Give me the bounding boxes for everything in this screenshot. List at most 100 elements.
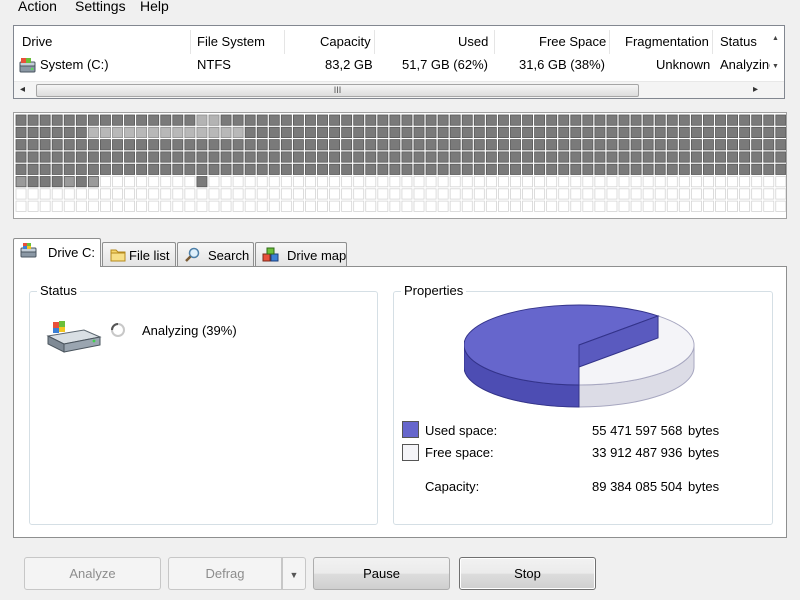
cluster-cell: [196, 200, 208, 212]
cluster-cell: [51, 176, 63, 188]
cluster-cell: [642, 114, 654, 126]
cluster-cell: [739, 126, 751, 139]
cluster-cell: [715, 139, 726, 151]
cluster-cell: [413, 151, 425, 163]
analyze-button[interactable]: Analyze: [24, 557, 161, 590]
col-drive[interactable]: Drive: [22, 34, 52, 52]
cluster-cell: [413, 114, 425, 126]
cluster-cell: [389, 114, 401, 126]
cluster-cell: [618, 176, 630, 188]
stop-button[interactable]: Stop: [459, 557, 596, 590]
horizontal-scrollbar[interactable]: ◂ III ▸: [14, 81, 784, 98]
cluster-cell: [244, 139, 256, 151]
cluster-cell: [522, 126, 533, 139]
cluster-cell: [389, 188, 401, 200]
cluster-cell: [558, 126, 570, 139]
tab-drive-map[interactable]: Drive map: [255, 242, 347, 267]
tab-drive-c[interactable]: Drive C:: [13, 238, 101, 267]
scroll-grip-icon: III: [333, 85, 342, 95]
spinner-icon: [111, 323, 125, 337]
cluster-cell: [606, 200, 618, 212]
cluster-cell: [690, 188, 702, 200]
cluster-cell: [522, 188, 533, 200]
cluster-cell: [763, 200, 775, 212]
cluster-cell: [27, 151, 39, 163]
cluster-cell: [341, 139, 353, 151]
cluster-cell: [606, 139, 618, 151]
pause-button[interactable]: Pause: [313, 557, 450, 590]
cluster-cell: [208, 188, 220, 200]
scroll-right-arrow-icon[interactable]: ▸: [753, 84, 758, 95]
defrag-dropdown-button[interactable]: ▼: [282, 557, 306, 590]
cluster-cell: [473, 163, 485, 175]
cluster-cell: [413, 200, 425, 212]
cluster-cell: [666, 188, 678, 200]
cluster-cell: [715, 163, 726, 175]
cluster-cell: [763, 126, 775, 139]
cluster-cell: [124, 151, 136, 163]
cluster-cell: [678, 139, 690, 151]
defrag-button[interactable]: Defrag: [168, 557, 282, 590]
cluster-cell: [534, 200, 546, 212]
col-capacity[interactable]: Capacity: [320, 34, 371, 52]
cluster-cell: [594, 200, 606, 212]
cluster-cell: [606, 126, 618, 139]
cluster-cell: [280, 151, 292, 163]
col-used[interactable]: Used: [458, 34, 488, 52]
cluster-cell: [136, 188, 148, 200]
cluster-cell: [353, 114, 365, 126]
menu-settings[interactable]: Settings: [75, 0, 126, 14]
cluster-cell: [461, 176, 473, 188]
cluster-cell: [329, 151, 341, 163]
cluster-cell: [510, 126, 521, 139]
drive-list[interactable]: Drive File System Capacity Used Free Spa…: [13, 25, 785, 99]
scroll-thumb[interactable]: III: [36, 84, 639, 97]
col-free-space[interactable]: Free Space: [539, 34, 606, 52]
cluster-cell: [39, 163, 51, 175]
menu-bar: Action Settings Help: [0, 0, 800, 18]
cluster-cell: [75, 139, 87, 151]
cluster-cell: [317, 114, 328, 126]
cluster-cell: [425, 176, 437, 188]
cluster-cell: [449, 200, 461, 212]
hard-drive-icon: [46, 321, 102, 353]
cluster-cell: [196, 176, 208, 188]
cluster-cell: [546, 188, 558, 200]
cluster-cell: [341, 126, 353, 139]
menu-help[interactable]: Help: [140, 0, 169, 14]
tab-file-list[interactable]: File list: [102, 242, 176, 267]
cluster-cell: [87, 163, 99, 175]
cluster-cell: [329, 126, 341, 139]
scroll-up-arrow-icon[interactable]: ▲: [772, 35, 782, 45]
free-space-value: 33 912 487 936: [592, 445, 683, 460]
cluster-cell: [654, 188, 666, 200]
cluster-cell: [461, 163, 473, 175]
cluster-cell: [317, 151, 328, 163]
drive-icon: [20, 243, 37, 258]
scroll-left-arrow-icon[interactable]: ◂: [20, 84, 25, 95]
cluster-cell: [172, 200, 184, 212]
cluster-cell: [256, 163, 268, 175]
cluster-cell: [172, 151, 184, 163]
table-row[interactable]: System (C:) NTFS 83,2 GB 51,7 GB (62%) 3…: [14, 55, 784, 75]
cluster-cell: [690, 126, 702, 139]
col-file-system[interactable]: File System: [197, 34, 265, 52]
col-status[interactable]: Status: [720, 34, 757, 52]
cluster-cell: [775, 163, 786, 175]
cluster-cell: [437, 163, 449, 175]
cluster-cell: [377, 176, 389, 188]
cluster-cell: [703, 176, 714, 188]
cluster-cell: [305, 188, 316, 200]
cluster-cell: [473, 139, 485, 151]
menu-action[interactable]: Action: [18, 0, 57, 14]
tab-search[interactable]: Search: [177, 242, 254, 267]
cluster-cell: [353, 163, 365, 175]
cluster-cell: [15, 176, 27, 188]
cluster-cell: [268, 176, 280, 188]
cluster-cell: [775, 151, 786, 163]
cluster-cell: [160, 200, 172, 212]
cluster-cell: [642, 200, 654, 212]
col-fragmentation[interactable]: Fragmentation: [625, 34, 709, 52]
cluster-cell: [232, 176, 244, 188]
cluster-cell: [112, 200, 123, 212]
